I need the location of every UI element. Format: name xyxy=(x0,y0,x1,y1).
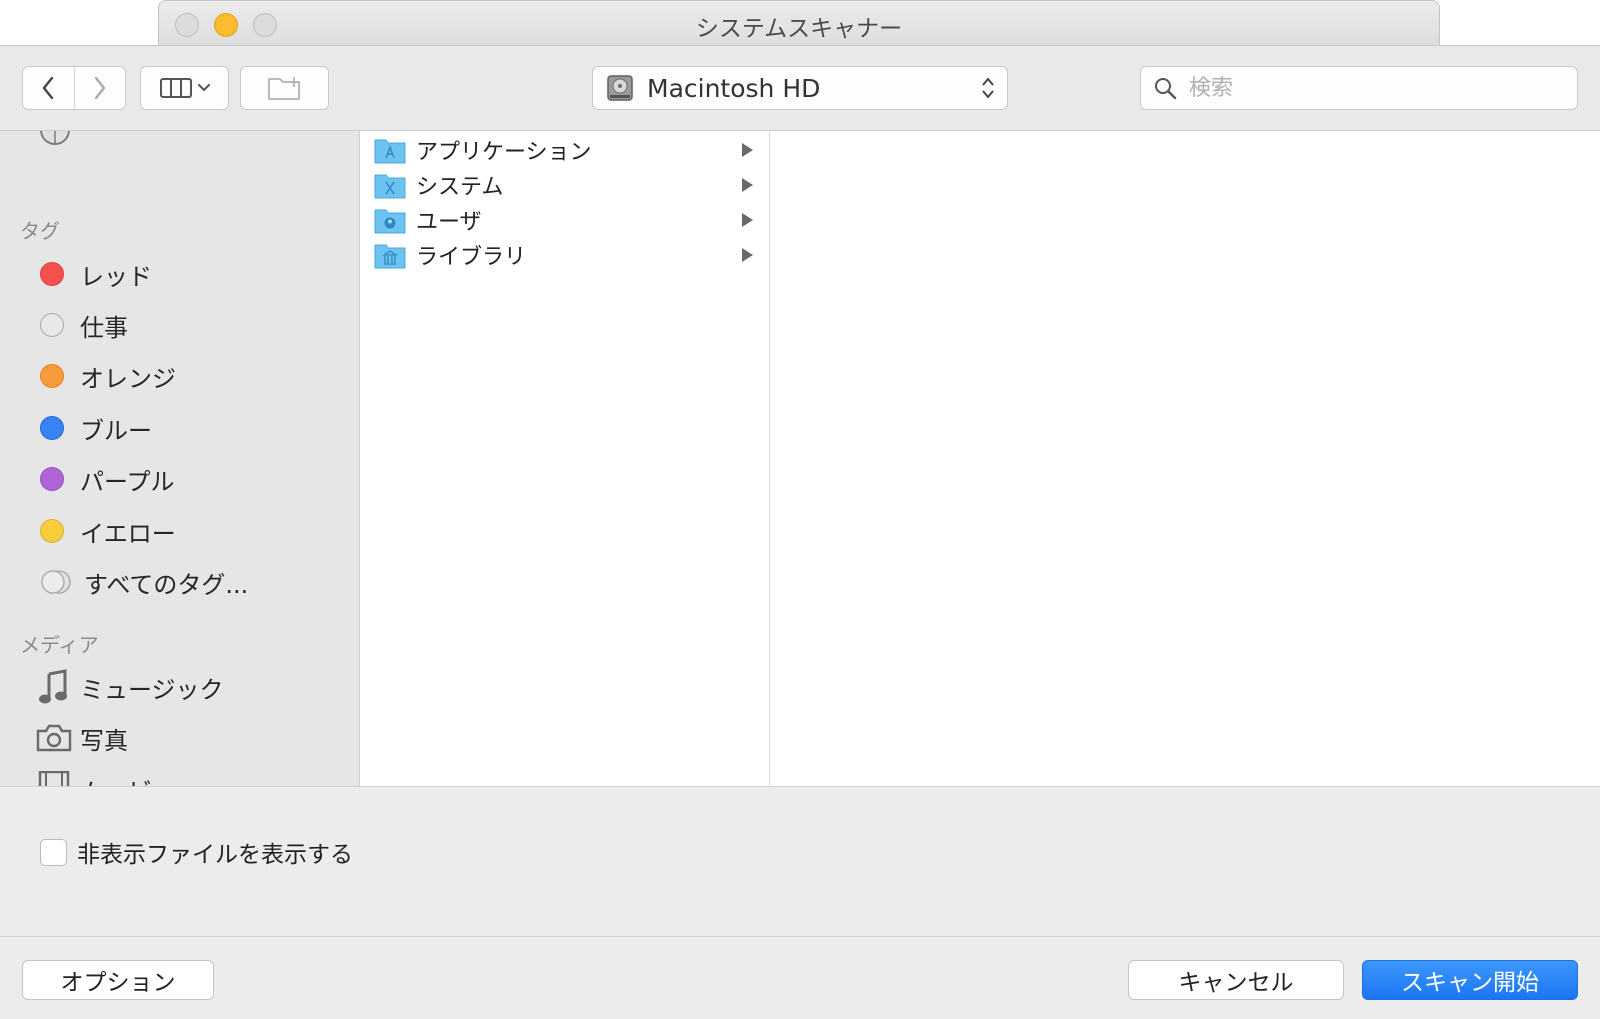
chevron-right-icon xyxy=(94,76,105,100)
window-title: システムスキャナー xyxy=(695,16,903,42)
column-view-icon xyxy=(159,78,192,98)
search-icon xyxy=(1155,78,1177,100)
list-item-library[interactable]: ライブラリ xyxy=(360,238,769,272)
navigation-buttons xyxy=(22,66,126,110)
popup-arrows-icon xyxy=(982,77,994,99)
sidebar-tag-purple[interactable]: パープル xyxy=(40,457,175,501)
sidebar-tag-orange[interactable]: オレンジ xyxy=(40,354,176,398)
tag-dot xyxy=(40,519,64,543)
tag-dot xyxy=(40,364,64,388)
search-input[interactable] xyxy=(1187,74,1561,102)
show-hidden-files-option[interactable]: 非表示ファイルを表示する xyxy=(40,835,353,869)
browser-column-root: アプリケーション システム ユーザ ライブラリ xyxy=(360,131,770,786)
tag-label: パープル xyxy=(80,467,175,496)
sidebar-tag-red[interactable]: レッド xyxy=(40,252,152,296)
applications-folder-icon xyxy=(374,139,406,164)
media-label: ムービー xyxy=(80,772,176,787)
new-folder-icon xyxy=(267,77,300,100)
footer: オプション キャンセル スキャン開始 xyxy=(0,936,1600,1019)
list-item-users[interactable]: ユーザ xyxy=(360,203,769,237)
file-name: アプリケーション xyxy=(416,140,592,165)
library-folder-icon xyxy=(374,244,406,269)
cancel-button[interactable]: キャンセル xyxy=(1128,960,1344,1000)
all-tags-icon xyxy=(41,570,71,594)
sidebar: タグ レッド 仕事 オレンジ ブルー パープル イエロー すべてのタグ... メ… xyxy=(0,131,360,786)
tag-label: 仕事 xyxy=(80,313,128,342)
back-button[interactable] xyxy=(23,67,74,109)
location-label: Macintosh HD xyxy=(647,73,821,103)
tags-section-header: タグ xyxy=(20,219,60,243)
options-area: 非表示ファイルを表示する xyxy=(0,786,1600,936)
users-folder-icon xyxy=(374,209,406,234)
show-hidden-files-label: 非表示ファイルを表示する xyxy=(77,842,353,868)
tag-label: オレンジ xyxy=(80,364,176,393)
file-name: システム xyxy=(416,175,504,200)
chevron-down-icon xyxy=(197,84,210,92)
system-folder-icon xyxy=(374,174,406,199)
file-name: ライブラリ xyxy=(416,245,527,270)
sidebar-item-music[interactable]: ミュージック xyxy=(36,665,224,709)
tag-dot xyxy=(40,416,64,440)
new-folder-button[interactable] xyxy=(240,66,329,110)
chevron-left-icon xyxy=(43,76,54,100)
music-note-icon xyxy=(39,669,67,704)
sidebar-tag-work[interactable]: 仕事 xyxy=(40,303,128,347)
tag-dot xyxy=(40,262,64,286)
location-popup[interactable]: Macintosh HD xyxy=(592,66,1008,110)
browser-column-empty xyxy=(770,131,1600,786)
list-item-applications[interactable]: アプリケーション xyxy=(360,133,769,167)
view-mode-button[interactable] xyxy=(140,66,229,110)
disclosure-arrow-icon xyxy=(742,143,753,157)
disclosure-arrow-icon xyxy=(742,213,753,227)
media-label: 写真 xyxy=(80,726,128,755)
disclosure-arrow-icon xyxy=(742,248,753,262)
search-field[interactable] xyxy=(1140,66,1578,110)
tag-label: イエロー xyxy=(80,519,176,548)
forward-button[interactable] xyxy=(73,67,126,109)
disclosure-arrow-icon xyxy=(742,178,753,192)
tag-label: ブルー xyxy=(80,416,152,445)
all-tags-label: すべてのタグ... xyxy=(84,570,249,599)
film-icon xyxy=(38,771,70,786)
tag-label: レッド xyxy=(80,262,152,291)
sidebar-item-movies[interactable]: ムービー xyxy=(36,767,176,786)
media-label: ミュージック xyxy=(80,675,224,704)
sidebar-all-tags[interactable]: すべてのタグ... xyxy=(40,560,248,604)
media-section-header: メディア xyxy=(20,633,99,657)
list-item-system[interactable]: システム xyxy=(360,168,769,202)
start-scan-button[interactable]: スキャン開始 xyxy=(1362,960,1578,1000)
open-panel-sheet: Macintosh HD タグ レッド 仕事 オレンジ ブルー パ xyxy=(0,45,1600,1019)
network-icon xyxy=(40,131,70,145)
tag-dot xyxy=(40,313,64,337)
camera-icon xyxy=(36,724,72,752)
hard-disk-icon xyxy=(607,75,633,101)
tag-dot xyxy=(40,467,64,491)
options-button[interactable]: オプション xyxy=(22,960,214,1000)
show-hidden-files-checkbox[interactable] xyxy=(40,838,67,866)
sidebar-item-photos[interactable]: 写真 xyxy=(36,716,128,760)
sidebar-tag-yellow[interactable]: イエロー xyxy=(40,509,176,553)
toolbar: Macintosh HD xyxy=(0,46,1600,131)
file-name: ユーザ xyxy=(416,210,482,235)
sidebar-tag-blue[interactable]: ブルー xyxy=(40,406,152,450)
